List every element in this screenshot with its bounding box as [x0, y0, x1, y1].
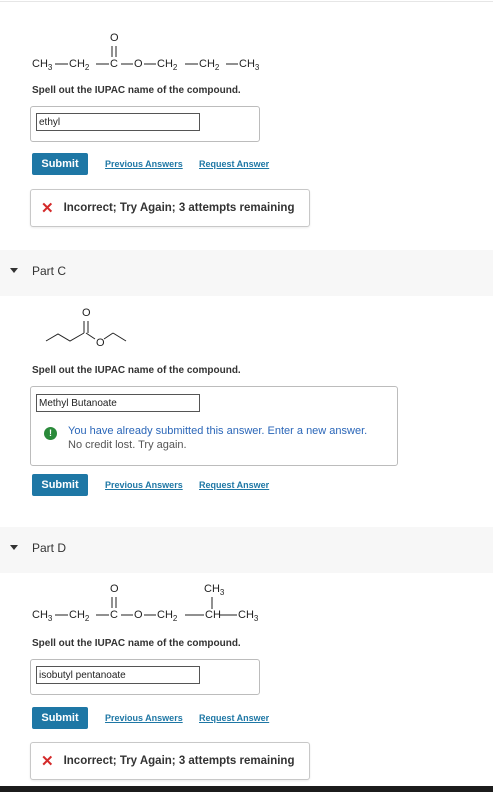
chem-ester-o: O [96, 337, 105, 349]
part-d-prompt: Spell out the IUPAC name of the compound… [32, 638, 241, 649]
chem-carbonyl-o: O [110, 32, 119, 44]
part-c-prompt: Spell out the IUPAC name of the compound… [32, 365, 241, 376]
part-b-submit-button[interactable]: Submit [32, 153, 88, 175]
chem-c: C [110, 609, 118, 621]
part-d-request-answer-link[interactable]: Request Answer [199, 713, 269, 723]
part-c-notice-line1: You have already submitted this answer. … [68, 425, 368, 437]
chem-ch3: CH3 [238, 609, 259, 624]
close-x-icon: ✕ [41, 752, 54, 770]
part-b-previous-answers-link[interactable]: Previous Answers [105, 159, 183, 169]
part-b-feedback: ✕ Incorrect; Try Again; 3 attempts remai… [30, 189, 310, 227]
part-c-submit-button[interactable]: Submit [32, 474, 88, 496]
part-b-request-answer-link[interactable]: Request Answer [199, 159, 269, 169]
chem-c: C [110, 58, 118, 70]
part-d-header[interactable] [0, 527, 493, 573]
part-b-answer-input[interactable] [36, 113, 200, 131]
caret-down-icon[interactable] [10, 268, 18, 273]
chem-ester-o: O [134, 58, 143, 70]
chem-ch2: CH2 [157, 58, 178, 73]
chem-carbonyl-o: O [110, 583, 119, 595]
part-d-previous-answers-link[interactable]: Previous Answers [105, 713, 183, 723]
part-c-request-answer-link[interactable]: Request Answer [199, 480, 269, 490]
chem-ch: CH [205, 609, 221, 621]
chem-ch2: CH2 [69, 609, 90, 624]
part-c-answer-input[interactable] [36, 394, 200, 412]
part-c-header[interactable] [0, 250, 493, 296]
chem-ch3: CH3 [239, 58, 260, 73]
part-c-notice-line2: No credit lost. Try again. [68, 439, 187, 451]
part-b-bonds [55, 46, 238, 65]
part-c-previous-answers-link[interactable]: Previous Answers [105, 480, 183, 490]
part-d-title: Part D [32, 541, 67, 555]
part-c-skeletal-bonds [45, 321, 127, 342]
chem-ch3: CH3 [32, 58, 53, 73]
part-d-feedback: ✕ Incorrect; Try Again; 3 attempts remai… [30, 742, 310, 780]
part-d-answer-input[interactable] [36, 666, 200, 684]
part-d-submit-button[interactable]: Submit [32, 707, 88, 729]
chem-ch3-branch: CH3 [204, 583, 225, 598]
info-icon: ! [44, 427, 57, 440]
chem-ch2: CH2 [69, 58, 90, 73]
part-d-bonds [55, 597, 237, 616]
chem-ch3: CH3 [32, 609, 53, 624]
chem-carbonyl-o: O [82, 307, 91, 319]
bottom-bar [0, 786, 493, 792]
chem-ester-o: O [134, 609, 143, 621]
feedback-text: Incorrect; Try Again; 3 attempts remaini… [63, 755, 295, 767]
part-b-prompt: Spell out the IUPAC name of the compound… [32, 85, 241, 96]
close-x-icon: ✕ [41, 199, 54, 217]
chem-ch2: CH2 [157, 609, 178, 624]
part-c-title: Part C [32, 264, 67, 278]
chem-ch2: CH2 [199, 58, 220, 73]
caret-down-icon[interactable] [10, 545, 18, 550]
feedback-text: Incorrect; Try Again; 3 attempts remaini… [63, 202, 295, 214]
